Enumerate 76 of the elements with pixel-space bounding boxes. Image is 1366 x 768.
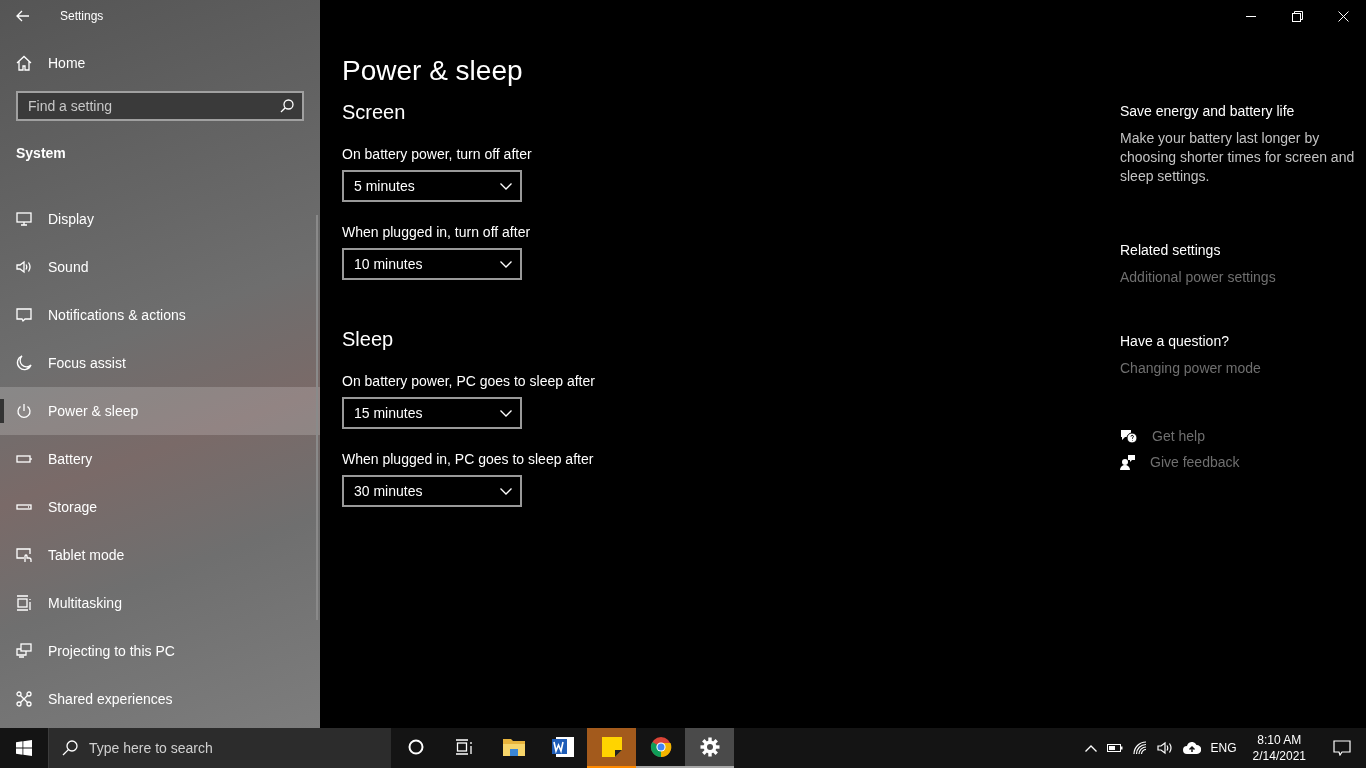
question-heading: Have a question? <box>1120 332 1230 349</box>
setting-label: When plugged in, PC goes to sleep after <box>342 451 595 467</box>
window-title: Settings <box>60 9 104 23</box>
power-icon <box>16 403 32 419</box>
message-icon <box>1333 740 1351 756</box>
taskbar-search-field[interactable]: Type here to search <box>48 728 391 768</box>
search-field[interactable]: Find a setting <box>16 91 304 121</box>
sticky-note-icon <box>600 736 623 758</box>
tablet-touch-icon <box>16 547 32 563</box>
time-dropdown[interactable]: 5 minutes <box>342 170 522 202</box>
shared-nodes-icon <box>16 691 32 707</box>
setting-label: On battery power, PC goes to sleep after <box>342 373 596 389</box>
setting-label: On battery power, turn off after <box>342 146 533 162</box>
group-heading: Screen <box>342 101 407 124</box>
help-link[interactable]: Changing power mode <box>1120 359 1261 376</box>
taskbar-app-button[interactable] <box>685 728 734 768</box>
message-icon <box>16 307 32 323</box>
nav-item[interactable]: Sound <box>0 243 320 291</box>
cloud-upload-icon[interactable] <box>1182 742 1201 754</box>
time-dropdown[interactable]: 15 minutes <box>342 397 522 429</box>
back-arrow-icon <box>16 10 30 22</box>
chevron-icon <box>500 487 512 495</box>
windows-logo <box>16 740 32 756</box>
home-icon <box>16 55 32 71</box>
nav-item[interactable]: Notifications & actions <box>0 291 320 339</box>
clock-time[interactable]: 8:10 AM <box>1257 731 1302 748</box>
search-icon <box>62 740 78 756</box>
speaker-icon <box>16 259 32 275</box>
feedback-link[interactable]: Give feedback <box>1150 453 1240 470</box>
tip-title: Save energy and battery life <box>1120 103 1296 119</box>
nav-item[interactable]: Shared experiences <box>0 675 320 723</box>
browser-icon <box>649 736 672 758</box>
page-title: Power & sleep <box>342 55 524 87</box>
time-dropdown[interactable]: 30 minutes <box>342 475 522 507</box>
setting-label: When plugged in, turn off after <box>342 224 532 240</box>
related-heading: Related settings <box>1120 241 1222 258</box>
projecting-icon <box>16 643 32 659</box>
clock-date[interactable]: 2/14/2021 <box>1252 748 1306 765</box>
nav-item[interactable]: Battery <box>0 435 320 483</box>
monitor-icon <box>16 211 32 227</box>
minimize-icon <box>1246 15 1256 17</box>
time-dropdown[interactable]: 10 minutes <box>342 248 522 280</box>
nav-item[interactable]: Storage <box>0 483 320 531</box>
search-icon <box>280 99 294 113</box>
power-settings-link[interactable]: Additional power settings <box>1120 268 1276 285</box>
chevron-up-icon[interactable] <box>1084 744 1097 752</box>
task-view-icon <box>455 739 474 755</box>
chevron-icon <box>500 182 512 190</box>
close-icon <box>1337 10 1349 22</box>
circle-icon <box>407 739 424 755</box>
nav-item[interactable]: Projecting to this PC <box>0 627 320 675</box>
gear-icon <box>699 737 720 757</box>
nav-item[interactable]: Power & sleep <box>0 387 320 435</box>
chevron-icon <box>500 409 512 417</box>
multitasking-icon <box>16 595 32 611</box>
folder-icon <box>501 736 526 758</box>
home-link[interactable]: Home <box>16 55 86 71</box>
document-app-icon <box>550 736 575 758</box>
nav-item[interactable]: Display <box>0 195 320 243</box>
feedback-person-icon <box>1120 453 1136 470</box>
help-bubble-icon <box>1120 427 1138 444</box>
restore-icon <box>1291 10 1303 22</box>
wifi-icon[interactable] <box>1132 741 1147 755</box>
chevron-icon <box>500 260 512 268</box>
get-help-link[interactable]: Get help <box>1152 427 1205 444</box>
nav-item[interactable]: Multitasking <box>0 579 320 627</box>
section-heading: System <box>16 145 67 161</box>
moon-icon <box>16 355 32 371</box>
group-heading: Sleep <box>342 328 395 351</box>
nav-item[interactable]: Focus assist <box>0 339 320 387</box>
speaker-icon[interactable] <box>1156 741 1173 755</box>
tip-text: Make your battery last longer by choosing shorter times for screen and sleep settings. <box>1120 129 1356 186</box>
back-button[interactable] <box>16 10 30 22</box>
language-indicator[interactable]: ENG <box>1210 741 1237 755</box>
nav-item[interactable]: Tablet mode <box>0 531 320 579</box>
battery-icon[interactable] <box>1106 743 1123 753</box>
